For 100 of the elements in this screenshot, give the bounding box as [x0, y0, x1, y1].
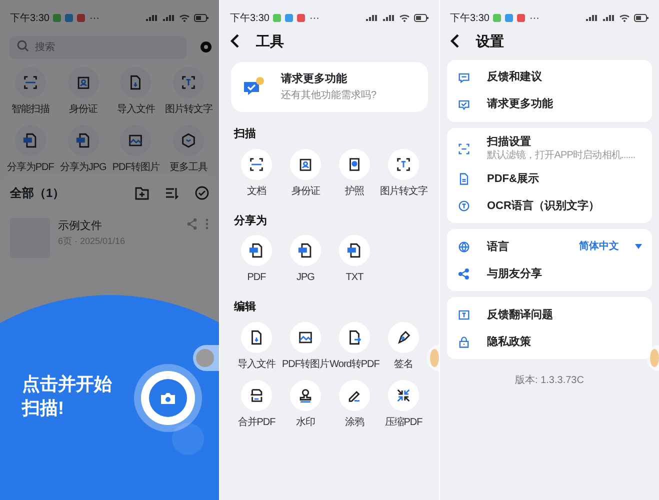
tool-button[interactable]: 智能扫描 [4, 67, 57, 117]
chat-icon [457, 70, 471, 84]
settings-row[interactable]: 扫描设置 默认滤镜，打开APP时启动相机...... [447, 132, 652, 166]
settings-row[interactable]: PDF&展示 [447, 165, 652, 192]
tool-button[interactable]: TXT [330, 235, 379, 285]
tool-button[interactable]: 身份证 [56, 67, 110, 117]
battery-icon [634, 14, 649, 22]
settings-icon [199, 40, 213, 54]
tool-button[interactable]: 签名 [379, 322, 428, 372]
wifi-icon [399, 14, 410, 22]
settings-row[interactable]: 语言 简体中文 [447, 233, 652, 260]
settings-row[interactable]: 隐私政策 [447, 328, 652, 356]
document-icon [457, 172, 471, 186]
file-icon [74, 132, 92, 149]
tool-button[interactable]: 导入文件 [110, 67, 162, 117]
settings-label: 反馈和建议 [487, 70, 543, 85]
share-icon [187, 218, 197, 230]
settings-description: 默认滤镜，打开APP时启动相机...... [487, 149, 636, 162]
battery-icon [414, 14, 429, 22]
back-icon [230, 34, 240, 48]
tool-button[interactable]: 导入文件 [232, 322, 281, 372]
tool-button[interactable]: 图片转文字 [162, 67, 215, 117]
circle-text-icon [457, 198, 471, 213]
new-folder-icon [135, 186, 149, 200]
settings-row[interactable]: 反馈和建议 [447, 64, 652, 91]
lock-icon [457, 334, 471, 349]
translate-icon [457, 308, 471, 322]
settings-row[interactable]: OCR语言（识别文字） [447, 192, 652, 220]
file-icon [297, 242, 314, 259]
more-notifications: ··· [89, 12, 100, 26]
request-title: 请求更多功能 [281, 72, 348, 88]
page-title: 设置 [476, 32, 504, 50]
settings-label: 反馈翻译问题 [487, 308, 554, 322]
request-card[interactable]: 请求更多功能 还有其他功能需求吗? [231, 62, 428, 112]
tool-button[interactable]: 图片转文字 [379, 148, 428, 198]
version-text: 版本: 1.3.3.73C [514, 374, 585, 388]
request-message-icon [243, 77, 265, 97]
signal-icon [585, 14, 598, 22]
file-icon [346, 242, 363, 259]
settings-label: OCR语言（识别文字） [487, 198, 600, 213]
tool-button[interactable]: PDF转图片 [281, 322, 330, 372]
page-title: 工具 [256, 32, 284, 50]
stamp-icon [297, 386, 314, 404]
tool-button[interactable]: 分享为PDF [4, 125, 57, 175]
signal-icon [382, 14, 395, 22]
scan-frame-icon [248, 156, 265, 172]
more-icon [205, 218, 209, 230]
settings-label: 请求更多功能 [487, 97, 554, 112]
tool-button[interactable]: 护照 [330, 148, 379, 198]
settings-row[interactable]: 与朋友分享 [447, 260, 652, 288]
tool-button[interactable]: 身份证 [281, 148, 330, 198]
more-notifications: ··· [529, 12, 540, 26]
tool-button[interactable]: PDF [232, 235, 281, 285]
hexagon-icon [180, 132, 198, 149]
image-icon [127, 132, 144, 149]
wifi-icon [179, 14, 190, 22]
side-handle[interactable] [647, 345, 659, 371]
section-title: 编辑 [233, 300, 257, 315]
file-icon [22, 132, 39, 149]
tool-button[interactable]: JPG [281, 235, 330, 285]
sort-icon [165, 186, 179, 200]
merge-icon [248, 386, 265, 404]
tool-button[interactable]: 分享为JPG [56, 125, 110, 175]
status-time: 下午3:30 [10, 12, 50, 26]
status-time: 下午3:30 [230, 12, 270, 26]
section-title: 扫描 [232, 126, 257, 142]
search-field[interactable]: 搜索 [9, 36, 187, 59]
tool-button[interactable]: 文档 [232, 148, 281, 198]
files-header: 全部（1） [10, 185, 65, 202]
settings-label: 扫描设置 [487, 135, 532, 150]
settings-label: 语言 [487, 240, 510, 254]
settings-label: 与朋友分享 [487, 266, 543, 281]
caret-icon [635, 244, 642, 250]
search-icon [17, 40, 29, 52]
signal-icon [145, 14, 158, 22]
signal-icon [602, 14, 615, 22]
side-handle[interactable] [427, 345, 439, 371]
tool-button[interactable]: 涂鸦 [330, 380, 379, 430]
share-icon [457, 266, 471, 281]
settings-row[interactable]: 请求更多功能 [447, 91, 652, 118]
tool-button[interactable]: PDF转图片 [110, 125, 162, 175]
settings-label: PDF&展示 [487, 172, 540, 186]
side-handle[interactable] [193, 345, 219, 371]
tool-button[interactable]: 合并PDF [232, 380, 281, 430]
text-scan-icon [395, 156, 412, 172]
pen-icon [395, 328, 412, 346]
language-value: 简体中文 [579, 240, 619, 254]
tool-button[interactable]: 水印 [281, 380, 330, 430]
request-subtitle: 还有其他功能需求吗? [281, 88, 377, 103]
status-time: 下午3:30 [450, 12, 490, 26]
scan-frame-icon [22, 74, 39, 91]
tool-button[interactable]: Word转PDF [330, 322, 379, 372]
camera-icon [160, 392, 176, 404]
text-scan-icon [180, 74, 198, 91]
tool-button[interactable]: 压缩PDF [379, 380, 428, 430]
tool-button[interactable]: 更多工具 [162, 125, 215, 175]
settings-row[interactable]: 反馈翻译问题 [447, 301, 652, 328]
scan-prompt: 点击并开始扫描! [22, 373, 113, 420]
settings-label: 隐私政策 [487, 334, 532, 349]
signal-icon [162, 14, 175, 22]
